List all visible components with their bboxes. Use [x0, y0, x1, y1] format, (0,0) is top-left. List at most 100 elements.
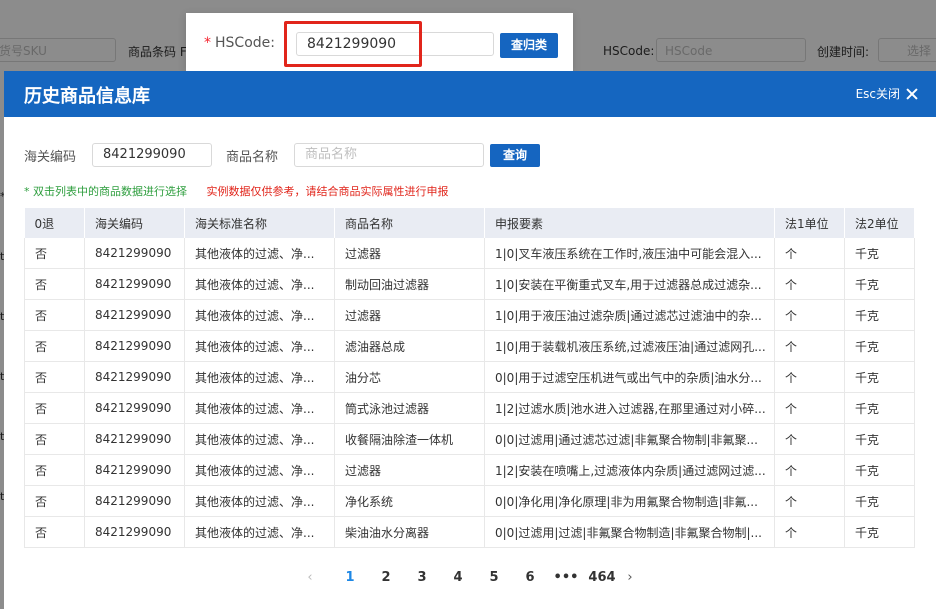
tip-double-click: * 双击列表中的商品数据进行选择 [24, 185, 187, 198]
cell-standard-name: 其他液体的过滤、净... [184, 361, 335, 393]
cell-hs-code: 8421299090 [84, 268, 185, 300]
cell-unit2: 千克 [844, 454, 915, 486]
col-declaration: 申报要素 [484, 208, 775, 238]
cell-product-name: 过滤器 [334, 299, 485, 331]
cell-unit1: 个 [774, 454, 845, 486]
close-label: Esc关闭 [855, 87, 900, 101]
cell-unit2: 千克 [844, 330, 915, 362]
page-3[interactable]: 3 [404, 570, 440, 585]
table-row[interactable]: 否 8421299090 其他液体的过滤、净... 筒式泳池过滤器 1|2|过滤水质|池… [24, 392, 915, 424]
cell-standard-name: 其他液体的过滤、净... [184, 268, 335, 300]
cell-product-name: 收餐隔油除渣一体机 [334, 423, 485, 455]
cell-return: 否 [24, 238, 85, 269]
cell-unit1: 个 [774, 392, 845, 424]
cell-standard-name: 其他液体的过滤、净... [184, 238, 335, 269]
modal-title: 历史商品信息库 [24, 86, 150, 107]
cell-unit2: 千克 [844, 423, 915, 455]
page-5[interactable]: 5 [476, 570, 512, 585]
col-return: 0退 [24, 208, 85, 238]
hs-code-input[interactable]: 8421299090 [92, 143, 212, 167]
cell-return: 否 [24, 454, 85, 486]
table-row[interactable]: 否 8421299090 其他液体的过滤、净... 制动回油过滤器 1|0|安装在平衡重… [24, 268, 915, 300]
cell-hs-code: 8421299090 [84, 454, 185, 486]
table-row[interactable]: 否 8421299090 其他液体的过滤、净... 收餐隔油除渣一体机 0|0|过滤用|… [24, 423, 915, 455]
cell-hs-code: 8421299090 [84, 485, 185, 517]
cell-declaration: 1|2|安装在喷嘴上,过滤液体内杂质|通过滤网过滤... [484, 454, 775, 486]
hs-code-label: 海关编码 [24, 150, 77, 165]
history-product-modal: 历史商品信息库 Esc关闭 海关编码 8421299090 商品名称 商品名称 … [4, 71, 936, 609]
cell-unit1: 个 [774, 330, 845, 362]
cell-hs-code: 8421299090 [84, 299, 185, 331]
cell-product-name: 制动回油过滤器 [334, 268, 485, 300]
table-row[interactable]: 否 8421299090 其他液体的过滤、净... 过滤器 1|0|叉车液压系统在工作时… [24, 238, 915, 269]
page-2[interactable]: 2 [368, 570, 404, 585]
cell-hs-code: 8421299090 [84, 361, 185, 393]
pagination: ‹ 1 2 3 4 5 6 ••• 464 › [300, 567, 640, 587]
cell-product-name: 油分芯 [334, 361, 485, 393]
page-last[interactable]: 464 [584, 570, 620, 585]
page-1[interactable]: 1 [332, 570, 368, 585]
page-4[interactable]: 4 [440, 570, 476, 585]
cell-unit2: 千克 [844, 268, 915, 300]
cell-unit2: 千克 [844, 485, 915, 517]
col-product-name: 商品名称 [334, 208, 485, 238]
cell-declaration: 0|0|用于过滤空压机进气或出气中的杂质|油水分... [484, 361, 775, 393]
col-hs-code: 海关编码 [84, 208, 185, 238]
prev-page-button[interactable]: ‹ [300, 570, 320, 585]
close-button[interactable]: Esc关闭 [856, 85, 918, 102]
col-unit2: 法2单位 [844, 208, 915, 238]
table-row[interactable]: 否 8421299090 其他液体的过滤、净... 柴油油水分离器 0|0|过滤用|过滤… [24, 516, 915, 548]
cell-declaration: 1|0|用于装载机液压系统,过滤液压油|通过滤网孔... [484, 330, 775, 362]
cell-hs-code: 8421299090 [84, 330, 185, 362]
cell-declaration: 1|0|用于液压油过滤杂质|通过滤芯过滤油中的杂... [484, 299, 775, 331]
hscode-label: * HSCode: [204, 35, 275, 51]
cell-unit1: 个 [774, 238, 845, 269]
cell-declaration: 0|0|净化用|净化原理|非为用氟聚合物制造|非氟... [484, 485, 775, 517]
cell-unit1: 个 [774, 516, 845, 548]
col-standard-name: 海关标准名称 [184, 208, 335, 238]
col-unit1: 法1单位 [774, 208, 845, 238]
classify-button[interactable]: 查归类 [500, 33, 558, 58]
search-row: 海关编码 8421299090 商品名称 商品名称 查询 [24, 143, 904, 167]
cell-product-name: 滤油器总成 [334, 330, 485, 362]
cell-return: 否 [24, 485, 85, 517]
cell-product-name: 过滤器 [334, 238, 485, 269]
cell-declaration: 1|0|安装在平衡重式叉车,用于过滤器总成过滤杂... [484, 268, 775, 300]
modal-header: 历史商品信息库 Esc关闭 [4, 71, 936, 117]
page-ellipsis[interactable]: ••• [548, 570, 584, 585]
table-row[interactable]: 否 8421299090 其他液体的过滤、净... 过滤器 1|2|安装在喷嘴上,过滤液… [24, 454, 915, 486]
cell-unit1: 个 [774, 485, 845, 517]
table-row[interactable]: 否 8421299090 其他液体的过滤、净... 油分芯 0|0|用于过滤空压机进气或… [24, 361, 915, 393]
table-row[interactable]: 否 8421299090 其他液体的过滤、净... 滤油器总成 1|0|用于装载机液压系… [24, 330, 915, 362]
required-mark: * [204, 35, 211, 51]
cell-return: 否 [24, 392, 85, 424]
cell-standard-name: 其他液体的过滤、净... [184, 485, 335, 517]
cell-return: 否 [24, 361, 85, 393]
watermark-logo-icon [8, 582, 38, 602]
hscode-card: * HSCode: 8421299090 查归类 [186, 13, 573, 71]
cell-declaration: 0|0|过滤用|通过滤芯过滤|非氟聚合物制|非氟聚... [484, 423, 775, 455]
product-name-input[interactable]: 商品名称 [294, 143, 484, 167]
table-header-row: 0退 海关编码 海关标准名称 商品名称 申报要素 法1单位 法2单位 [24, 208, 915, 238]
page-6[interactable]: 6 [512, 570, 548, 585]
cell-standard-name: 其他液体的过滤、净... [184, 299, 335, 331]
cell-unit1: 个 [774, 299, 845, 331]
hscode-label-text: HSCode: [215, 35, 275, 51]
watermark: 大数跨境 [8, 580, 106, 604]
tips: * 双击列表中的商品数据进行选择 实例数据仅供参考，请结合商品实际属性进行申报 [24, 183, 449, 199]
close-icon[interactable] [906, 88, 918, 100]
query-button[interactable]: 查询 [490, 144, 540, 167]
table-row[interactable]: 否 8421299090 其他液体的过滤、净... 净化系统 0|0|净化用|净化原理|… [24, 485, 915, 517]
next-page-button[interactable]: › [620, 570, 640, 585]
cell-unit2: 千克 [844, 361, 915, 393]
cell-return: 否 [24, 423, 85, 455]
cell-standard-name: 其他液体的过滤、净... [184, 392, 335, 424]
cell-product-name: 柴油油水分离器 [334, 516, 485, 548]
cell-standard-name: 其他液体的过滤、净... [184, 516, 335, 548]
cell-product-name: 净化系统 [334, 485, 485, 517]
cell-return: 否 [24, 268, 85, 300]
cell-return: 否 [24, 299, 85, 331]
cell-unit1: 个 [774, 423, 845, 455]
table-row[interactable]: 否 8421299090 其他液体的过滤、净... 过滤器 1|0|用于液压油过滤杂质|… [24, 299, 915, 331]
cell-hs-code: 8421299090 [84, 516, 185, 548]
